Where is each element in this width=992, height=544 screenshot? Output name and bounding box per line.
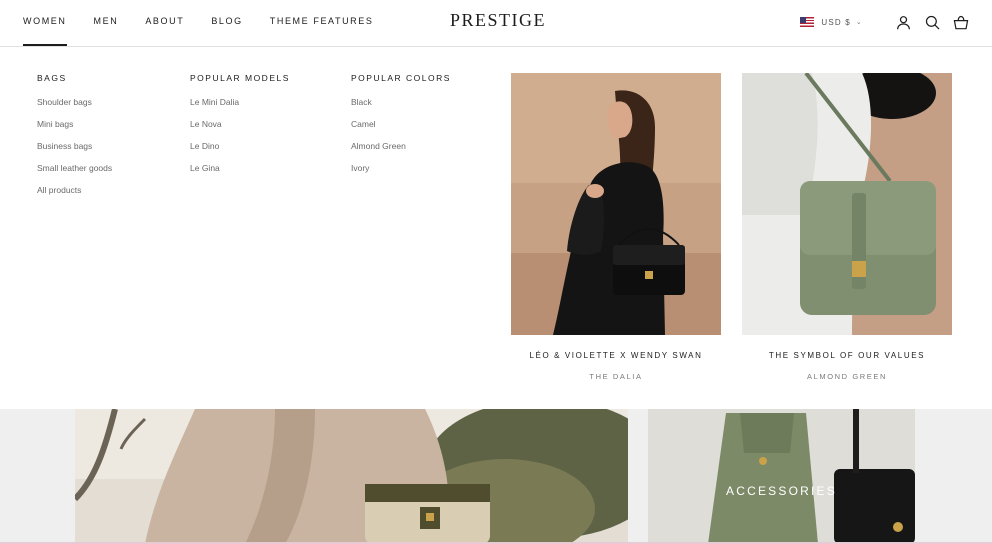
menu-link-business-bags[interactable]: Business bags: [37, 141, 112, 163]
accessories-label[interactable]: ACCESSORIES: [648, 484, 915, 498]
menu-link-camel[interactable]: Camel: [351, 119, 451, 141]
column-title: BAGS: [37, 73, 67, 83]
promo-card-almond-green[interactable]: THE SYMBOL OF OUR VALUES ALMOND GREEN: [742, 73, 952, 381]
collection-tile-bags[interactable]: [75, 409, 628, 544]
promo-card-dalia[interactable]: LÉO & VIOLETTE X WENDY SWAN THE DALIA: [511, 73, 721, 381]
collection-tile-accessories[interactable]: ACCESSORIES: [648, 409, 915, 544]
promo-image-green-bag[interactable]: [742, 73, 952, 335]
us-flag-icon: [800, 17, 815, 27]
nav-men[interactable]: MEN: [94, 0, 119, 46]
nav-about[interactable]: ABOUT: [145, 0, 184, 46]
account-icon[interactable]: [894, 13, 912, 31]
menu-link-mini-bags[interactable]: Mini bags: [37, 119, 112, 141]
nav-women[interactable]: WOMEN: [23, 0, 67, 46]
currency-label: USD $: [821, 17, 851, 27]
promo-title[interactable]: LÉO & VIOLETTE X WENDY SWAN: [511, 351, 721, 360]
promo-title[interactable]: THE SYMBOL OF OUR VALUES: [742, 351, 952, 360]
column-title: POPULAR COLORS: [351, 73, 451, 83]
header-actions: USD $ ⌄: [800, 0, 970, 44]
nav-blog[interactable]: BLOG: [211, 0, 242, 46]
menu-link-le-nova[interactable]: Le Nova: [190, 119, 290, 141]
collection-tiles: ACCESSORIES: [0, 409, 992, 544]
menu-link-ivory[interactable]: Ivory: [351, 163, 451, 185]
currency-selector[interactable]: USD $ ⌄: [800, 17, 863, 27]
menu-link-le-mini-dalia[interactable]: Le Mini Dalia: [190, 97, 290, 119]
menu-link-all-products[interactable]: All products: [37, 185, 112, 207]
nav-theme-features[interactable]: THEME FEATURES: [270, 0, 374, 46]
cart-icon[interactable]: [952, 13, 970, 31]
chevron-down-icon: ⌄: [855, 19, 863, 26]
menu-link-shoulder-bags[interactable]: Shoulder bags: [37, 97, 112, 119]
promo-subtitle[interactable]: ALMOND GREEN: [742, 372, 952, 381]
site-logo[interactable]: PRESTIGE: [450, 10, 546, 31]
mega-menu: BAGS Shoulder bags Mini bags Business ba…: [0, 47, 992, 409]
menu-link-le-dino[interactable]: Le Dino: [190, 141, 290, 163]
menu-link-small-leather-goods[interactable]: Small leather goods: [37, 163, 112, 185]
menu-column-popular-colors: POPULAR COLORS Black Camel Almond Green …: [351, 73, 451, 185]
menu-link-le-gina[interactable]: Le Gina: [190, 163, 290, 185]
main-nav: WOMEN MEN ABOUT BLOG THEME FEATURES: [23, 0, 401, 46]
site-header: WOMEN MEN ABOUT BLOG THEME FEATURES PRES…: [0, 0, 992, 47]
menu-link-black[interactable]: Black: [351, 97, 451, 119]
column-title: POPULAR MODELS: [190, 73, 290, 83]
menu-link-almond-green[interactable]: Almond Green: [351, 141, 451, 163]
promo-subtitle[interactable]: THE DALIA: [511, 372, 721, 381]
menu-column-popular-models: POPULAR MODELS Le Mini Dalia Le Nova Le …: [190, 73, 290, 185]
menu-column-bags: BAGS Shoulder bags Mini bags Business ba…: [37, 73, 112, 207]
search-icon[interactable]: [923, 13, 941, 31]
promo-image-woman-black-bag[interactable]: [511, 73, 721, 335]
